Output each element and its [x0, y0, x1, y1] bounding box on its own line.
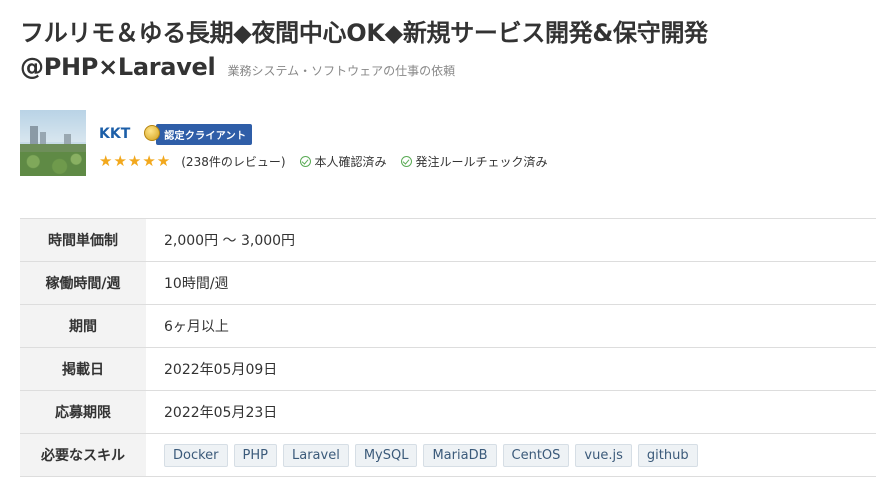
- job-title-block: フルリモ＆ゆる長期◆夜間中心OK◆新規サービス開発&保守開発 @PHP×Lara…: [20, 16, 870, 84]
- certified-client-badge: 認定クライアント: [144, 123, 253, 145]
- order-rule-checked: 発注ルールチェック済み: [400, 153, 548, 170]
- skill-tag[interactable]: Laravel: [283, 443, 349, 467]
- client-card: KKT 認定クライアント ★★★★★ (238件のレビュー) 本人確認済み 発注…: [20, 110, 548, 176]
- category-link[interactable]: 業務システム・ソフトウェアの仕事の依頼: [227, 62, 455, 79]
- skill-tag[interactable]: PHP: [233, 443, 277, 467]
- detail-value: 2022年05月09日: [164, 362, 278, 378]
- client-name-link[interactable]: KKT: [99, 126, 130, 142]
- detail-label: 稼働時間/週: [20, 261, 146, 305]
- reviews-link[interactable]: (238件のレビュー): [181, 153, 285, 170]
- skill-tag[interactable]: vue.js: [575, 443, 632, 467]
- table-row: 応募期限 2022年05月23日: [20, 390, 876, 434]
- identity-verified-label: 本人確認済み: [314, 154, 387, 169]
- identity-verified: 本人確認済み: [299, 153, 387, 170]
- job-details-table: 時間単価制 2,000円 〜 3,000円 稼働時間/週 10時間/週 期間 6…: [20, 218, 876, 477]
- table-row: 稼働時間/週 10時間/週: [20, 261, 876, 305]
- medal-icon: [144, 125, 161, 143]
- job-title-row2: @PHP×Laravel 業務システム・ソフトウェアの仕事の依頼: [20, 50, 870, 84]
- rating-stars-icon: ★★★★★: [99, 152, 172, 170]
- client-avatar[interactable]: [20, 110, 86, 176]
- detail-label: 応募期限: [20, 390, 146, 434]
- skill-tag[interactable]: github: [637, 443, 698, 467]
- client-info: KKT 認定クライアント ★★★★★ (238件のレビュー) 本人確認済み 発注…: [99, 110, 548, 176]
- job-title: フルリモ＆ゆる長期◆夜間中心OK◆新規サービス開発&保守開発: [20, 19, 708, 47]
- skill-tag[interactable]: MariaDB: [423, 443, 497, 467]
- detail-value: 10時間/週: [164, 276, 229, 292]
- table-row: 掲載日 2022年05月09日: [20, 347, 876, 391]
- detail-label: 掲載日: [20, 347, 146, 391]
- detail-label: 期間: [20, 304, 146, 348]
- detail-label: 時間単価制: [20, 218, 146, 262]
- skills-cell: Docker PHP Laravel MySQL MariaDB CentOS …: [146, 434, 876, 477]
- detail-value: 2,000円 〜 3,000円: [164, 233, 296, 249]
- detail-value: 2022年05月23日: [164, 405, 278, 421]
- order-rule-checked-label: 発注ルールチェック済み: [415, 154, 548, 169]
- skill-tag[interactable]: Docker: [164, 443, 228, 467]
- table-row: 期間 6ヶ月以上: [20, 304, 876, 348]
- check-circle-icon: [400, 155, 412, 167]
- table-row: 時間単価制 2,000円 〜 3,000円: [20, 218, 876, 262]
- skills-label: 必要なスキル: [20, 433, 146, 477]
- badge-label: 認定クライアント: [156, 123, 253, 145]
- skill-tag[interactable]: MySQL: [354, 443, 418, 467]
- table-row: 必要なスキル Docker PHP Laravel MySQL MariaDB …: [20, 433, 876, 477]
- skill-tag[interactable]: CentOS: [502, 443, 570, 467]
- check-circle-icon: [299, 155, 311, 167]
- job-title-line2: @PHP×Laravel: [20, 53, 216, 81]
- detail-value: 6ヶ月以上: [164, 319, 229, 335]
